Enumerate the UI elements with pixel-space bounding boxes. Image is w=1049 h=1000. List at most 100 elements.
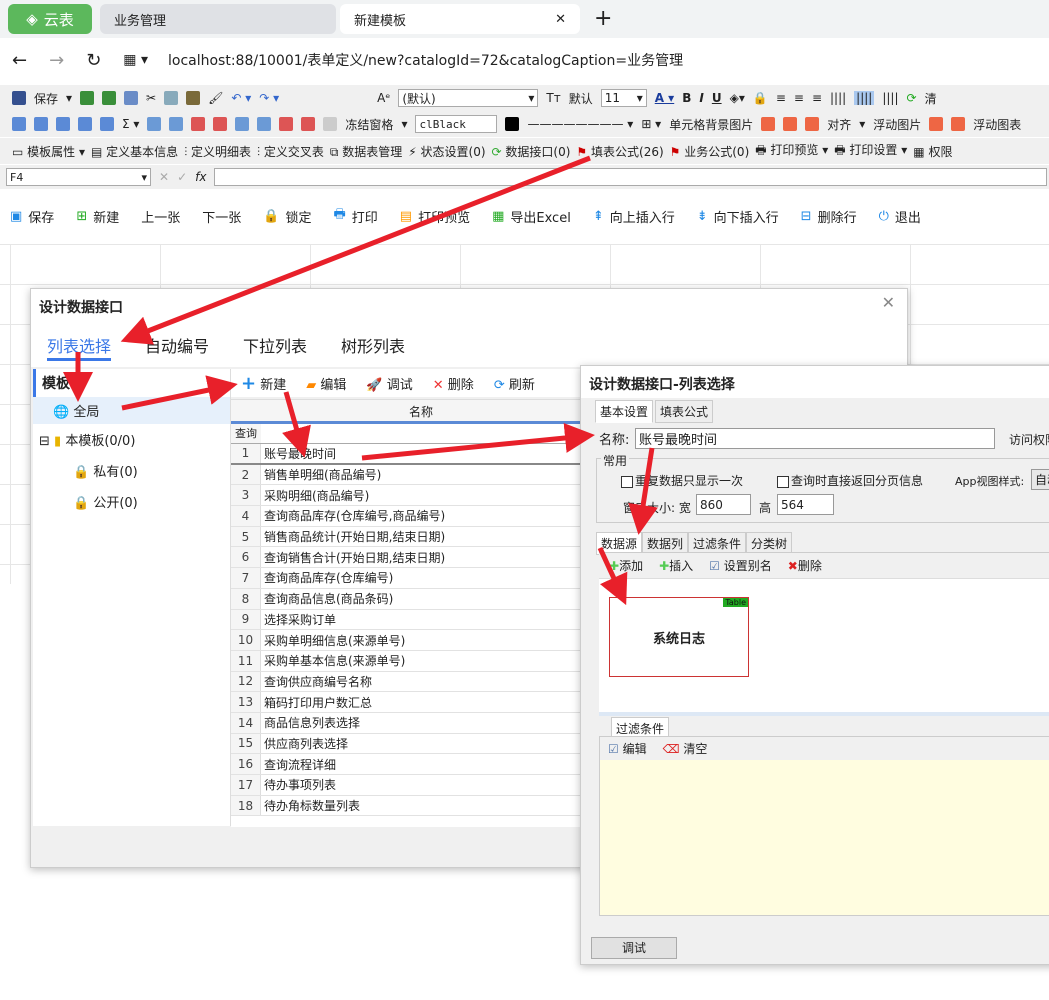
- bold-icon[interactable]: B: [682, 91, 691, 105]
- reload-icon[interactable]: ↻: [86, 50, 101, 71]
- valign-middle-icon[interactable]: ||||: [854, 91, 875, 105]
- brand-button[interactable]: ◈ 云表: [8, 4, 92, 34]
- tab-list-select[interactable]: 列表选择: [47, 333, 112, 361]
- export-excel-button[interactable]: ▦ 导出Excel: [492, 207, 571, 226]
- tree-item-private[interactable]: 🔒 私有(0): [33, 455, 230, 486]
- tab-tree-list[interactable]: 树形列表: [341, 333, 405, 356]
- save-tool[interactable]: 保存: [34, 90, 58, 107]
- debug-button[interactable]: 调试: [591, 937, 677, 959]
- new-tab-icon[interactable]: +: [594, 6, 612, 31]
- delete-button[interactable]: ✖删除: [788, 557, 822, 574]
- italic-icon[interactable]: I: [699, 91, 703, 105]
- delete-col-icon[interactable]: [279, 117, 294, 131]
- color-swatch[interactable]: [505, 117, 520, 131]
- insert-col-icon[interactable]: [235, 117, 250, 131]
- alias-button[interactable]: ☑ 设置别名: [709, 557, 772, 574]
- align-right-icon[interactable]: ≡: [812, 91, 822, 105]
- tree-item-this-template[interactable]: ⊟ ▮ 本模板(0/0): [33, 424, 230, 455]
- insert-button[interactable]: ✚插入: [659, 557, 693, 574]
- width-input[interactable]: 860: [696, 494, 751, 515]
- table-row[interactable]: 6 查询销售合计(开始日期,结束日期): [231, 547, 581, 569]
- detail-table-button[interactable]: ⫶ 定义明细表: [184, 143, 251, 160]
- tab-fill-formula[interactable]: 填表公式: [655, 400, 714, 423]
- percent-icon[interactable]: [323, 117, 338, 131]
- table-row[interactable]: 11 采购单基本信息(来源单号): [231, 650, 581, 672]
- table-row[interactable]: 17 待办事项列表: [231, 775, 581, 796]
- export-icon[interactable]: [102, 91, 117, 105]
- table-row[interactable]: 3 采购明细(商品编号): [231, 485, 581, 507]
- freeze-panes-button[interactable]: 冻结窗格: [345, 116, 393, 133]
- import-icon[interactable]: [80, 91, 95, 105]
- tab-dropdown-list[interactable]: 下拉列表: [243, 333, 307, 356]
- cut-icon[interactable]: ✂: [146, 91, 156, 105]
- edit-button[interactable]: ☑ 编辑: [608, 740, 647, 757]
- add-row-icon[interactable]: [169, 117, 184, 131]
- close-icon[interactable]: ✕: [555, 12, 566, 27]
- cell-bg-image-button[interactable]: 单元格背景图片: [669, 116, 753, 133]
- rows-icon[interactable]: [56, 117, 70, 131]
- name-input[interactable]: 账号最晚时间: [635, 428, 995, 449]
- forward-icon[interactable]: →: [49, 50, 64, 71]
- edit-button[interactable]: ▰ 编辑: [306, 374, 346, 393]
- brush-icon[interactable]: 🖌: [208, 91, 223, 105]
- float-chart-button[interactable]: 浮动图表: [973, 116, 1021, 133]
- table-row[interactable]: 14 商品信息列表选择: [231, 712, 581, 734]
- align-center-icon[interactable]: ≡: [794, 91, 804, 105]
- app-view-select[interactable]: 自动: [1031, 469, 1049, 490]
- next-button[interactable]: 下一张: [202, 207, 241, 226]
- apps-icon[interactable]: ▦ ▾: [123, 52, 148, 68]
- template-props-button[interactable]: ▭ 模板属性 ▾: [12, 143, 85, 160]
- permission-button[interactable]: ▦ 权限: [913, 143, 952, 160]
- paging-checkbox[interactable]: 查询时直接返回分页信息: [777, 472, 923, 489]
- exit-button[interactable]: ⏻ 退出: [879, 207, 921, 226]
- table-row[interactable]: 9 选择采购订单: [231, 609, 581, 631]
- prev-button[interactable]: 上一张: [141, 207, 180, 226]
- font-select[interactable]: (默认) ▾: [398, 89, 539, 107]
- insert-row-icon[interactable]: [147, 117, 162, 131]
- print-button[interactable]: 🖶 打印: [333, 205, 377, 227]
- lock-icon[interactable]: 🔒: [753, 91, 768, 105]
- table-row[interactable]: 4 查询商品库存(仓库编号,商品编号): [231, 506, 581, 527]
- fill-icon[interactable]: ◈▾: [730, 91, 745, 105]
- remove-image-icon[interactable]: [783, 117, 798, 131]
- table-row[interactable]: 12 查询供应商编号名称: [231, 671, 581, 693]
- table-row[interactable]: 8 查询商品信息(商品条码): [231, 588, 581, 610]
- formula-input[interactable]: [214, 168, 1047, 186]
- remove-float-icon[interactable]: [951, 117, 966, 131]
- column-header-name[interactable]: 名称: [261, 400, 581, 421]
- redo-icon[interactable]: ↷ ▾: [259, 91, 279, 105]
- valign-bottom-icon[interactable]: ||||: [882, 91, 898, 105]
- query-input[interactable]: [261, 424, 581, 443]
- copy-icon[interactable]: [164, 91, 179, 105]
- float-image-button[interactable]: 浮动图片: [873, 116, 921, 133]
- basic-info-button[interactable]: ▤ 定义基本信息: [91, 143, 178, 160]
- delete-col2-icon[interactable]: [301, 117, 316, 131]
- delete-row-button[interactable]: ⊟ 删除行: [801, 207, 857, 226]
- border-icon[interactable]: ⊞ ▾: [641, 117, 661, 131]
- insert-below-button[interactable]: ⇟ 向下插入行: [697, 207, 779, 226]
- valign-top-icon[interactable]: ||||: [830, 91, 846, 105]
- add-button[interactable]: ✚添加: [609, 557, 643, 574]
- table-node[interactable]: 系统日志 Table: [609, 597, 749, 677]
- fill-formula-button[interactable]: ⚑ 填表公式(26): [576, 143, 663, 160]
- tree-item-global[interactable]: 🌐 全局: [33, 397, 230, 424]
- align-left-icon[interactable]: ≡: [776, 91, 786, 105]
- table-icon[interactable]: [12, 117, 26, 131]
- sum-icon[interactable]: Σ ▾: [122, 117, 139, 131]
- table-row[interactable]: 1 账号最晚时间: [231, 444, 581, 465]
- tab-basic-settings[interactable]: 基本设置: [595, 400, 654, 423]
- add-col-icon[interactable]: [257, 117, 272, 131]
- print-preview-button[interactable]: 🖶 打印预览 ▾: [755, 141, 828, 162]
- height-input[interactable]: 564: [777, 494, 834, 515]
- table-row[interactable]: 5 销售商品统计(开始日期,结束日期): [231, 526, 581, 548]
- paste-icon[interactable]: [186, 91, 201, 105]
- tab-new-template[interactable]: 新建模板 ✕: [340, 4, 580, 34]
- new-button[interactable]: + 新建: [241, 373, 286, 394]
- business-formula-button[interactable]: ⚑ 业务公式(0): [670, 143, 750, 160]
- close-icon[interactable]: ✕: [882, 293, 895, 312]
- table-row[interactable]: 18 待办角标数量列表: [231, 795, 581, 817]
- align-button[interactable]: 对齐: [827, 116, 851, 133]
- confirm-icon[interactable]: ✓: [177, 170, 187, 184]
- table-row[interactable]: 10 采购单明细信息(来源单号): [231, 630, 581, 651]
- datatable-mgmt-button[interactable]: ⧉ 数据表管理: [330, 143, 402, 160]
